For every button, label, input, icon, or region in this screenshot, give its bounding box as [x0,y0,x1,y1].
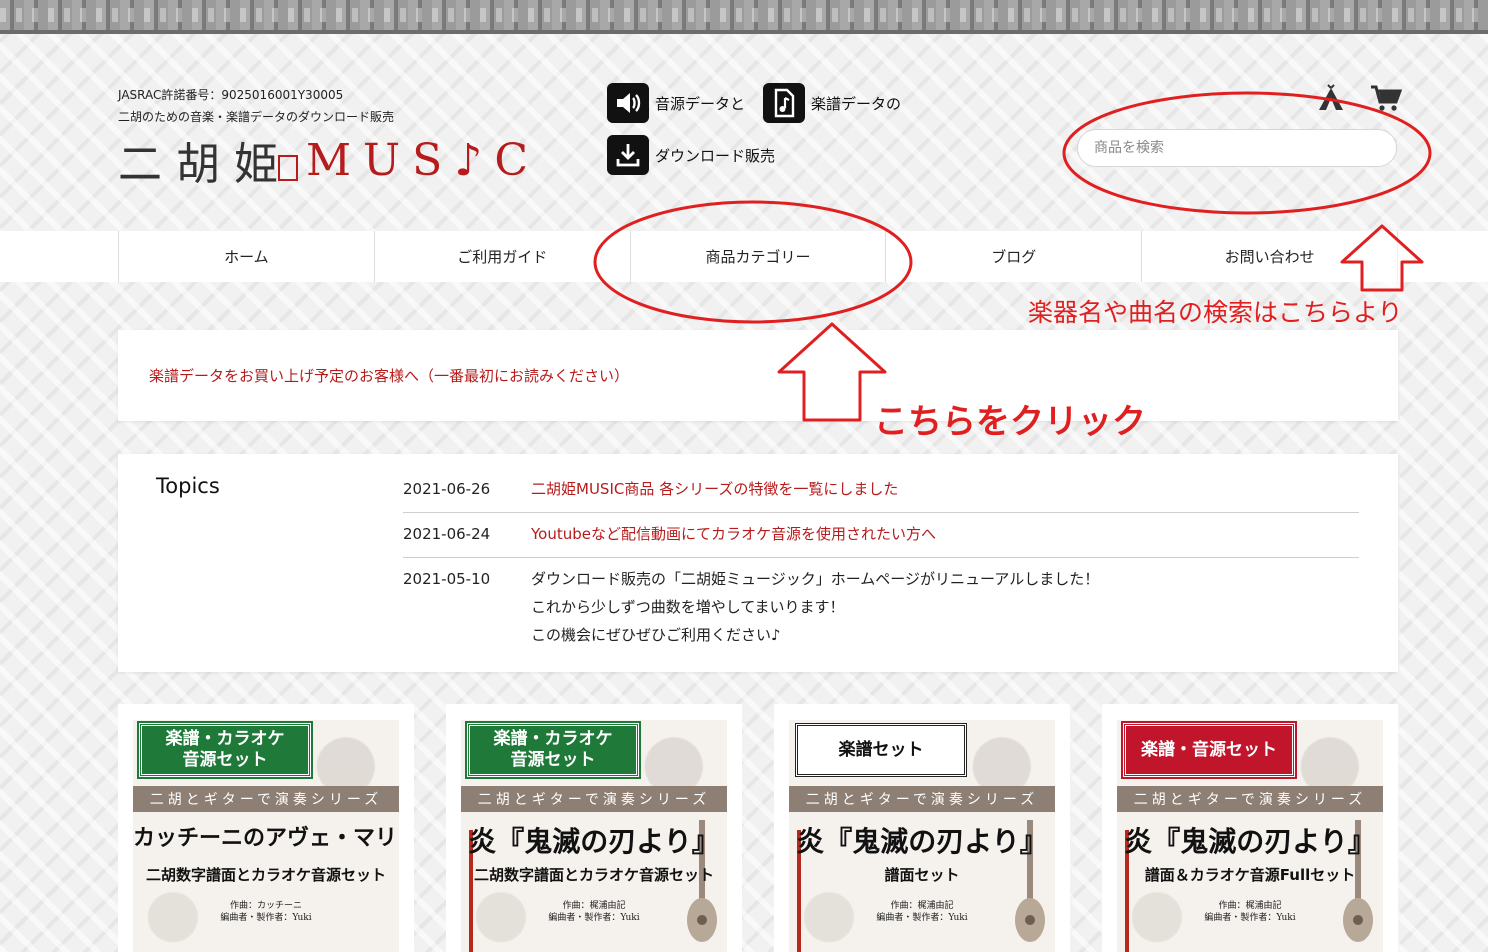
search-input[interactable] [1077,129,1397,167]
product-image: 楽譜・カラオケ 音源セット 二胡とギターで演奏シリーズ カッチーニのアヴェ・マリ… [133,720,399,952]
feature-download-label: ダウンロード販売 [655,146,776,165]
product-badge: 楽譜・カラオケ 音源セット [137,721,313,779]
product-card[interactable]: 楽譜・カラオケ 音源セット 二胡とギターで演奏シリーズ 炎『鬼滅の刃より』 二胡… [446,704,742,952]
badge-line: 楽譜・カラオケ [493,729,613,749]
header-meta: JASRAC許諾番号：9025016001Y30005 二胡のための音楽・楽譜デ… [118,84,394,128]
feature-score-label: 楽譜データの [811,94,902,113]
badge-line: 楽譜・音源セット [1141,739,1277,760]
product-subtitle: 二胡数字譜面とカラオケ音源セット [145,866,386,884]
series-label: 二胡とギターで演奏シリーズ [133,786,399,812]
feature-audio: 音源データと [607,83,745,123]
product-subtitle: 譜面セット [884,866,960,884]
feature-audio-label: 音源データと [655,94,746,113]
product-title: 炎『鬼滅の刃より』 [796,825,1048,858]
product-image: 楽譜・カラオケ 音源セット 二胡とギターで演奏シリーズ 炎『鬼滅の刃より』 二胡… [461,720,727,952]
series-label: 二胡とギターで演奏シリーズ [461,786,727,812]
music-note-file-icon [763,83,805,123]
credit-line: 作曲：カッチーニ [229,901,302,911]
series-label: 二胡とギターで演奏シリーズ [789,786,1055,812]
notice-link[interactable]: 楽譜データをお買い上げ予定のお客様へ（一番最初にお読みください） [149,365,629,386]
credit-line: 作曲：梶浦由記 [562,901,626,911]
product-image: 楽譜セット 二胡とギターで演奏シリーズ 炎『鬼滅の刃より』 譜面セット 作曲：梶… [789,720,1055,952]
notice-box: 楽譜データをお買い上げ予定のお客様へ（一番最初にお読みください） [118,330,1398,421]
product-credits: 作曲：カッチーニ 編曲者・製作者：Yuki [133,900,399,924]
nav-item-contact[interactable]: お問い合わせ [1141,231,1398,282]
credit-line: 編曲者・製作者：Yuki [1204,913,1296,923]
topics-section: Topics 2021-06-26 二胡姫MUSIC商品 各シリーズの特徴を一覧… [118,454,1398,672]
speaker-icon [607,83,649,123]
product-card[interactable]: 楽譜・カラオケ 音源セット 二胡とギターで演奏シリーズ カッチーニのアヴェ・マリ… [118,704,414,952]
decorative-top-band [0,0,1488,34]
nav-item-guide[interactable]: ご利用ガイド [373,231,630,282]
product-badge: 楽譜セット [795,723,967,777]
product-subtitle: 二胡数字譜面とカラオケ音源セット [473,866,714,884]
cart-icon[interactable] [1370,84,1403,116]
header-icons [1316,84,1403,116]
product-card[interactable]: 楽譜・音源セット 二胡とギターで演奏シリーズ 炎『鬼滅の刃より』 譜面＆カラオケ… [1102,704,1398,952]
badge-line: 音源セット [510,750,596,770]
badge-line: 楽譜・カラオケ [165,729,285,749]
logo-seal-icon [278,155,298,181]
product-credits: 作曲：梶浦由記 編曲者・製作者：Yuki [461,900,727,924]
credit-line: 編曲者・製作者：Yuki [220,913,312,923]
product-image: 楽譜・音源セット 二胡とギターで演奏シリーズ 炎『鬼滅の刃より』 譜面＆カラオケ… [1117,720,1383,952]
credit-line: 編曲者・製作者：Yuki [548,913,640,923]
topic-line: ダウンロード販売の「二胡姫ミュージック」ホームページがリニューアルしました！ [531,570,1100,588]
click-hint-annotation: こちらをクリック [874,402,1146,442]
badge-line: 楽譜セット [838,739,924,760]
feature-score: 楽譜データの [763,83,901,123]
topic-date: 2021-06-26 [403,480,491,498]
divider [403,557,1359,558]
download-icon [607,135,649,175]
credit-line: 作曲：梶浦由記 [1218,901,1282,911]
topic-date: 2021-06-24 [403,525,491,543]
product-credits: 作曲：梶浦由記 編曲者・製作者：Yuki [1117,900,1383,924]
product-title: 炎『鬼滅の刃より』 [1124,825,1376,858]
product-card[interactable]: 楽譜セット 二胡とギターで演奏シリーズ 炎『鬼滅の刃より』 譜面セット 作曲：梶… [774,704,1070,952]
credit-line: 作曲：梶浦由記 [890,901,954,911]
logo-kanji: 二胡姫 [118,139,292,190]
product-title: カッチーニのアヴェ・マリア [133,826,399,851]
divider [403,512,1359,513]
product-badge: 楽譜・カラオケ 音源セット [465,721,641,779]
topic-link[interactable]: Youtubeなど配信動画にてカラオケ音源を使用されたい方へ [531,520,936,548]
product-credits: 作曲：梶浦由記 編曲者・製作者：Yuki [789,900,1055,924]
credit-line: 編曲者・製作者：Yuki [876,913,968,923]
nav-item-categories[interactable]: 商品カテゴリー [629,231,886,282]
topic-text: ダウンロード販売の「二胡姫ミュージック」ホームページがリニューアルしました！ こ… [531,565,1099,649]
topic-line: これから少しずつ曲数を増やしてまいります！ [531,598,845,616]
nav-item-home[interactable]: ホーム [118,231,374,282]
nav-item-blog[interactable]: ブログ [885,231,1141,282]
site-tagline: 二胡のための音楽・楽譜データのダウンロード販売 [118,110,395,124]
series-label: 二胡とギターで演奏シリーズ [1117,786,1383,812]
search-hint-annotation: 楽器名や曲名の検索はこちらより [1028,298,1403,327]
feature-download: ダウンロード販売 [607,135,775,175]
topic-date: 2021-05-10 [403,570,491,588]
topics-title: Topics [156,474,220,498]
main-nav: ホーム ご利用ガイド 商品カテゴリー ブログ お問い合わせ [0,231,1488,282]
topic-link[interactable]: 二胡姫MUSIC商品 各シリーズの特徴を一覧にしました [531,475,898,503]
site-logo[interactable]: 二胡姫 MUS♪C [118,130,541,191]
product-badge: 楽譜・音源セット [1121,721,1297,779]
logo-music: MUS♪C [306,134,541,186]
jasrac-number: JASRAC許諾番号：9025016001Y30005 [118,88,344,102]
product-title: 炎『鬼滅の刃より』 [468,825,720,858]
tent-icon[interactable] [1316,84,1346,116]
badge-line: 音源セット [182,750,268,770]
product-subtitle: 譜面＆カラオケ音源Fullセット [1144,866,1356,884]
topic-line: この機会にぜひぜひご利用ください♪ [531,626,781,644]
